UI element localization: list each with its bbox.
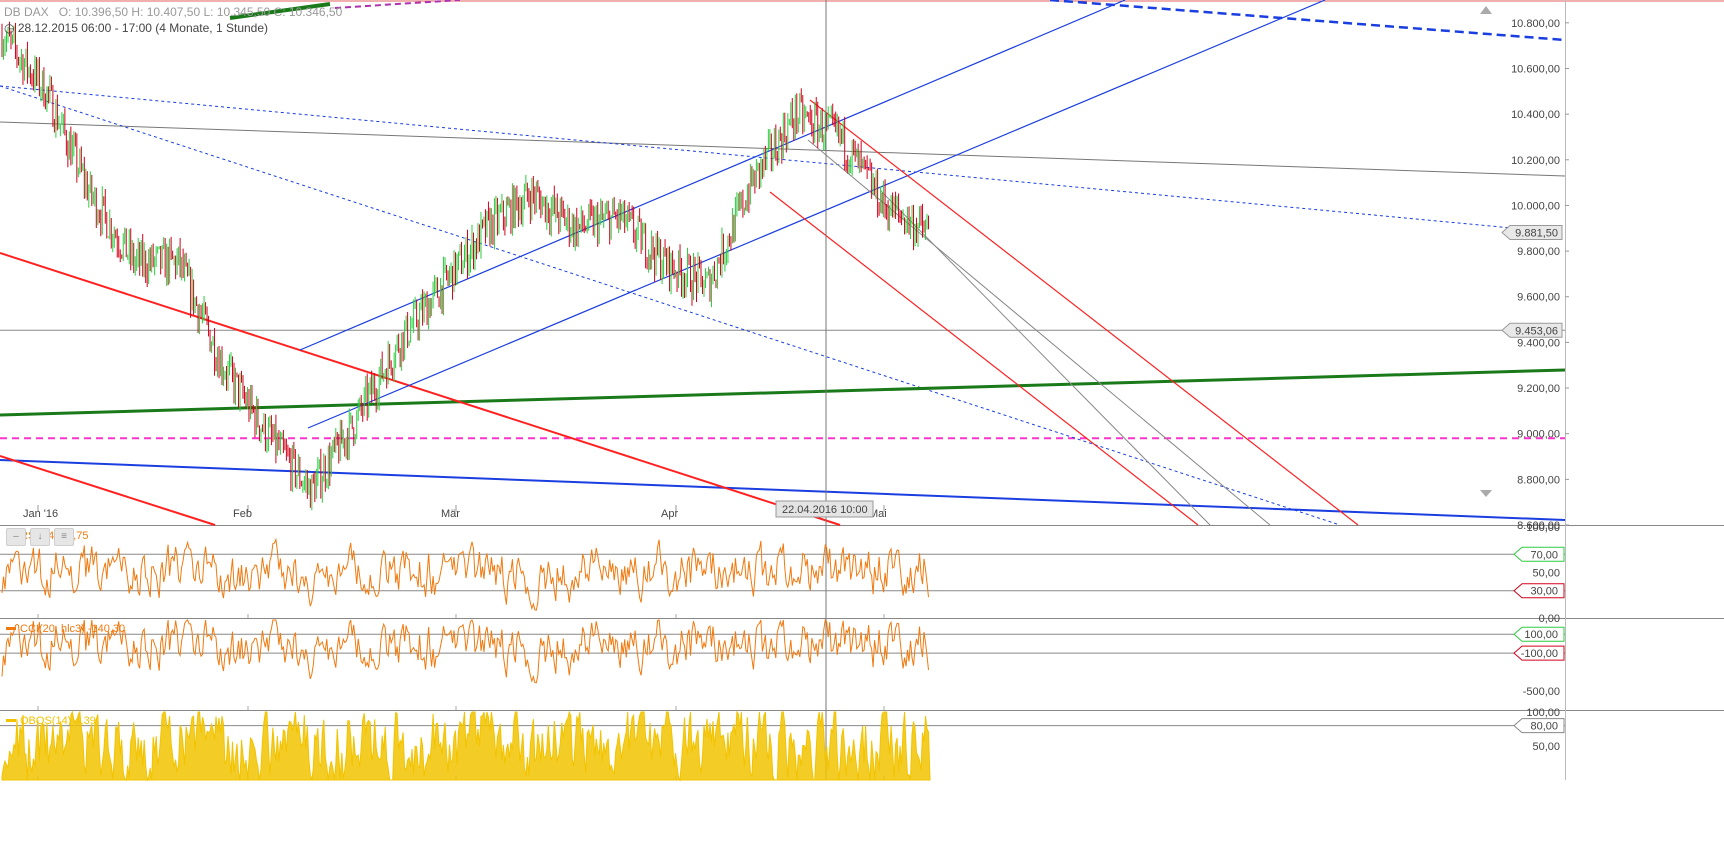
range-label: 28.12.2015 06:00 - 17:00 (4 Monate, 1 St… <box>17 21 269 35</box>
indicator-legend-mark <box>6 719 16 722</box>
y-tick-label: 10.000,00 <box>1511 200 1560 212</box>
chart-canvas[interactable]: 10.800,00 10.600,00 10.400,00 10.200,00 10.0… <box>0 0 1724 850</box>
download-button[interactable]: ↓ <box>30 528 50 546</box>
gray-channel-line <box>879 189 1211 526</box>
indicator-level-label: 100,00 <box>1524 629 1558 641</box>
red-channel-lower <box>769 191 1199 526</box>
gray-trendline <box>0 121 1566 177</box>
y-tick-label: 9.400,00 <box>1517 337 1560 349</box>
x-tick-label: Jan '16 <box>23 508 58 520</box>
price-marker-label: 9.881,50 <box>1515 227 1558 239</box>
symbol-label: DB DAX <box>4 5 49 19</box>
indicator-y-tick: 50,00 <box>1532 568 1560 580</box>
crosshair-date-label: 22.04.2016 10:00 <box>782 504 868 516</box>
indicator-line <box>1 618 929 684</box>
indicator-line <box>1 537 929 611</box>
green-support-line <box>0 368 1566 417</box>
price-candles <box>1 21 930 511</box>
ohlc-row: DB DAX O: 10.396,50 H: 10.407,50 L: 10.3… <box>4 5 342 19</box>
y-tick-label: 10.400,00 <box>1511 109 1560 121</box>
x-tick-label: Mär <box>441 508 460 520</box>
price-marker-label: 9.453,06 <box>1515 325 1558 337</box>
indicator-level-label: 80,00 <box>1530 721 1558 733</box>
scroll-down-icon <box>1480 490 1492 497</box>
y-tick-label: 8.800,00 <box>1517 474 1560 486</box>
y-tick-label: 10.600,00 <box>1511 63 1560 75</box>
blue-dotted-trendline <box>0 85 1566 234</box>
indicator-y-tick: 100,00 <box>1526 707 1560 719</box>
indicator-level-label: -100,00 <box>1521 648 1558 660</box>
y-tick-label: 9.200,00 <box>1517 383 1560 395</box>
blue-channel-lower <box>307 0 1326 429</box>
y-tick-label: 9.600,00 <box>1517 292 1560 304</box>
minimize-button[interactable]: – <box>6 528 26 546</box>
scroll-up-icon <box>1480 6 1492 14</box>
indicator-y-tick: 50,00 <box>1532 741 1560 753</box>
x-tick-label: Feb <box>233 508 252 520</box>
red-channel-upper <box>809 99 1359 526</box>
y-tick-label: 10.200,00 <box>1511 155 1560 167</box>
blue-dashed-trendline <box>1049 0 1566 42</box>
indicator-y-tick: 0,00 <box>1539 613 1560 625</box>
red-trendline <box>0 252 841 526</box>
y-tick-label: 10.800,00 <box>1511 18 1560 30</box>
indicator-y-tick: 100,00 <box>1526 522 1560 534</box>
range-row: ◷ 28.12.2015 06:00 - 17:00 (4 Monate, 1 … <box>4 21 268 35</box>
clock-icon: ◷ <box>4 21 15 35</box>
ohlc-values: O: 10.396,50 H: 10.407,50 L: 10.345,50 C… <box>58 5 343 19</box>
indicator-y-tick: -500,00 <box>1523 686 1560 698</box>
x-tick-label: Apr <box>661 508 678 520</box>
indicator-level-label: 30,00 <box>1530 586 1558 598</box>
indicator-level-label: 70,00 <box>1530 549 1558 561</box>
menu-button[interactable]: ≡ <box>54 528 74 546</box>
indicator-title: CCI(20, hlc3) -140,30 <box>20 623 125 635</box>
y-tick-label: 9.800,00 <box>1517 246 1560 258</box>
indicator-area <box>1 710 931 782</box>
